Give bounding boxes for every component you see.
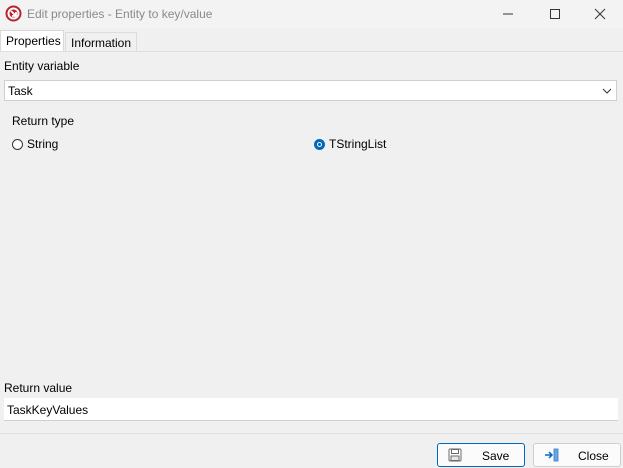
close-button[interactable]: Close	[533, 443, 621, 467]
minimize-icon	[503, 13, 513, 15]
button-bar	[0, 433, 623, 468]
radio-tstringlist-label: TStringList	[329, 137, 387, 151]
save-button[interactable]: Save	[437, 443, 525, 467]
return-value-label: Return value	[4, 381, 73, 395]
return-value-text: TaskKeyValues	[7, 403, 89, 417]
floppy-disk-icon	[448, 448, 462, 462]
radio-checked-icon	[314, 138, 325, 150]
window-close-button[interactable]	[577, 0, 623, 28]
close-button-label: Close	[578, 449, 609, 463]
radio-tstringlist[interactable]: TStringList	[314, 137, 386, 151]
close-icon	[594, 8, 606, 20]
radio-unchecked-icon	[12, 138, 23, 150]
radio-string[interactable]: String	[12, 137, 58, 151]
window-title: Edit properties - Entity to key/value	[27, 7, 213, 21]
entity-variable-label: Entity variable	[4, 59, 80, 73]
return-value-input[interactable]: TaskKeyValues	[4, 398, 618, 421]
return-type-label: Return type	[12, 114, 75, 128]
radio-string-label: String	[27, 137, 59, 151]
entity-variable-value: Task	[8, 84, 33, 98]
exit-arrow-icon	[545, 448, 559, 462]
tab-bar: Properties Information	[0, 30, 623, 52]
tab-information[interactable]: Information	[65, 32, 137, 52]
minimize-button[interactable]	[485, 0, 531, 28]
maximize-icon	[550, 9, 560, 19]
maximize-button[interactable]	[532, 0, 578, 28]
chevron-down-icon	[602, 88, 612, 94]
app-logo-icon[interactable]	[5, 5, 22, 22]
tab-divider	[0, 51, 623, 52]
tab-properties[interactable]: Properties	[0, 30, 64, 52]
save-button-label: Save	[482, 449, 510, 463]
entity-variable-dropdown[interactable]: Task	[4, 80, 617, 101]
title-bar[interactable]: Edit properties - Entity to key/value	[0, 0, 623, 28]
